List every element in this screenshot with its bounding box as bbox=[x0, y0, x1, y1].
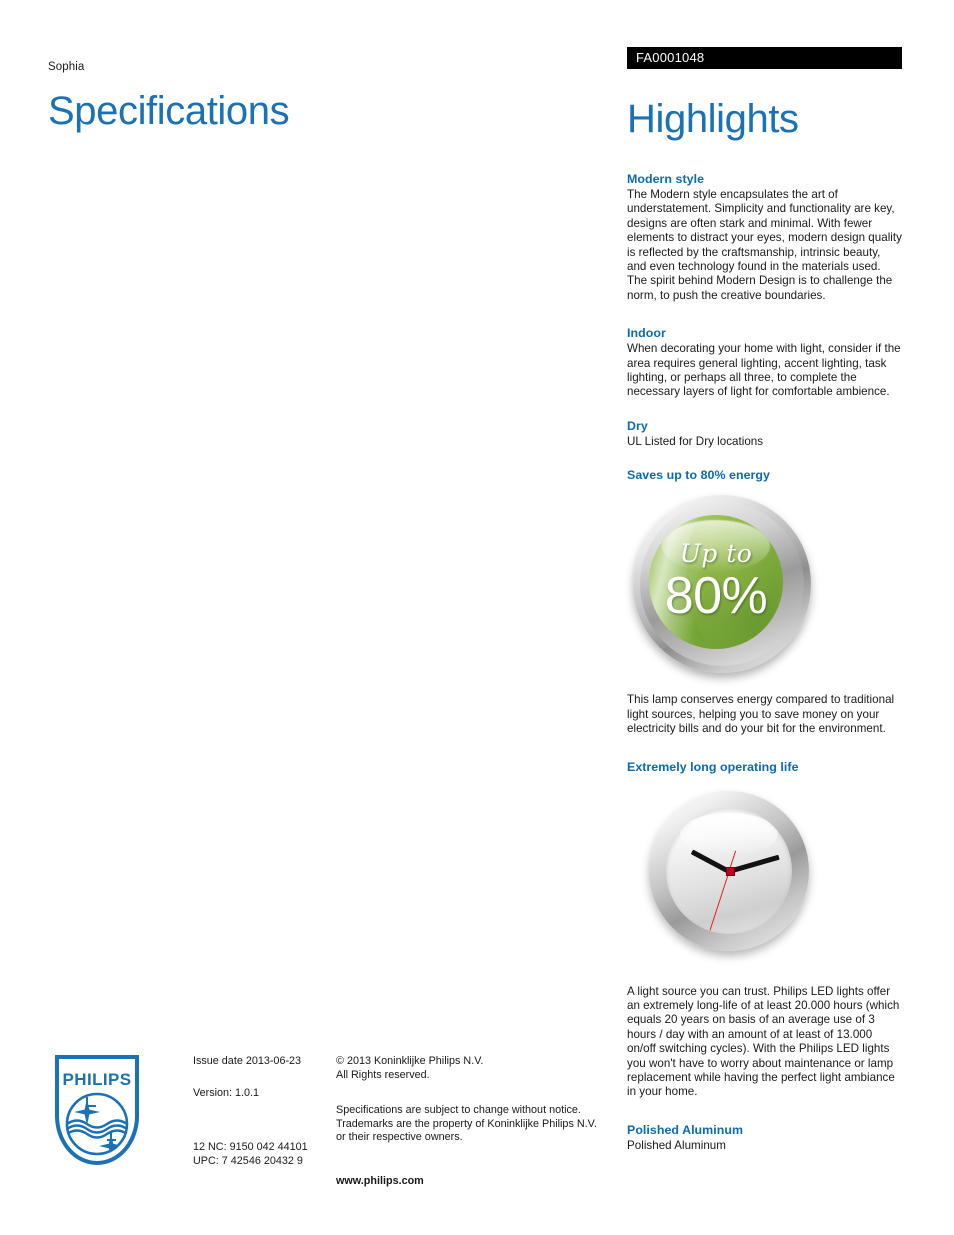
highlight-heading: Polished Aluminum bbox=[627, 1122, 744, 1137]
highlight-heading: Dry bbox=[627, 418, 648, 433]
clock-minute-hand bbox=[728, 854, 780, 874]
disclaimer-line-1: Specifications are subject to change wit… bbox=[336, 1104, 581, 1116]
nc-code: 12 NC: 9150 042 44101 bbox=[193, 1141, 308, 1153]
right-column: FA0001048 Highlights Modern style The Mo… bbox=[627, 47, 902, 1168]
highlight-modern-style: Modern style The Modern style encapsulat… bbox=[627, 171, 902, 303]
left-column: Sophia Specifications bbox=[48, 60, 588, 134]
clock-second-hand bbox=[709, 870, 730, 931]
philips-logo: PHILIPS bbox=[54, 1054, 140, 1166]
highlights-sections: Modern style The Modern style encapsulat… bbox=[627, 171, 902, 1153]
highlight-body: The Modern style encapsulates the art of… bbox=[627, 188, 902, 302]
document-page: Sophia Specifications FA0001048 Highligh… bbox=[0, 0, 954, 1235]
highlight-heading: Saves up to 80% energy bbox=[627, 468, 770, 483]
issue-date: Issue date 2013-06-23 bbox=[193, 1055, 302, 1067]
energy-badge-image: Up to 80% bbox=[627, 493, 902, 679]
highlight-heading: Modern style bbox=[627, 172, 705, 186]
clock-image bbox=[627, 787, 902, 973]
clock-center-pin bbox=[726, 866, 735, 876]
highlight-polished-aluminum: Polished Aluminum Polished Aluminum bbox=[627, 1122, 902, 1153]
disclaimer-line-3: or their respective owners. bbox=[336, 1131, 463, 1143]
badge-percent-label: 80% bbox=[664, 567, 768, 626]
disclaimer-line-2: Trademarks are the property of Koninklij… bbox=[336, 1117, 597, 1130]
highlight-saves-energy: Saves up to 80% energy Up to 80% This la… bbox=[627, 467, 902, 736]
badge-text-group: Up to 80% bbox=[649, 515, 783, 649]
highlight-body: UL Listed for Dry locations bbox=[627, 434, 764, 448]
clock-rim bbox=[649, 790, 809, 951]
highlight-body: This lamp conserves energy compared to t… bbox=[627, 693, 895, 736]
copyright-line-1: © 2013 Koninklijke Philips N.V. bbox=[336, 1055, 484, 1067]
upc-code: UPC: 7 42546 20432 9 bbox=[193, 1154, 303, 1167]
svg-text:PHILIPS: PHILIPS bbox=[63, 1070, 132, 1089]
highlight-heading: Extremely long operating life bbox=[627, 759, 799, 774]
product-name: Sophia bbox=[48, 61, 85, 73]
highlight-indoor: Indoor When decorating your home with li… bbox=[627, 325, 902, 400]
highlight-body: A light source you can trust. Philips LE… bbox=[627, 984, 900, 1099]
footer-column-right: © 2013 Koninklijke Philips N.V. All Righ… bbox=[336, 1055, 606, 1188]
footer-column-left: Issue date 2013-06-23 Version: 1.0.1 12 … bbox=[193, 1055, 343, 1168]
highlight-long-life: Extremely long operating life A light so… bbox=[627, 759, 902, 1100]
clock-gloss-highlight bbox=[680, 812, 778, 855]
highlight-dry: Dry UL Listed for Dry locations bbox=[627, 418, 902, 449]
badge-upto-label: Up to bbox=[679, 539, 753, 569]
highlight-body: When decorating your home with light, co… bbox=[627, 342, 901, 399]
energy-badge-face: Up to 80% bbox=[649, 515, 783, 650]
highlight-heading: Indoor bbox=[627, 326, 666, 341]
page-title-specifications: Specifications bbox=[48, 89, 290, 133]
product-code-bar: FA0001048 bbox=[627, 47, 902, 69]
copyright-line-2: All Rights reserved. bbox=[336, 1068, 430, 1081]
website-link[interactable]: www.philips.com bbox=[336, 1175, 606, 1189]
highlight-body: Polished Aluminum bbox=[627, 1138, 726, 1152]
version: Version: 1.0.1 bbox=[193, 1086, 260, 1099]
clock-face bbox=[666, 807, 792, 934]
page-title-highlights: Highlights bbox=[627, 97, 799, 141]
